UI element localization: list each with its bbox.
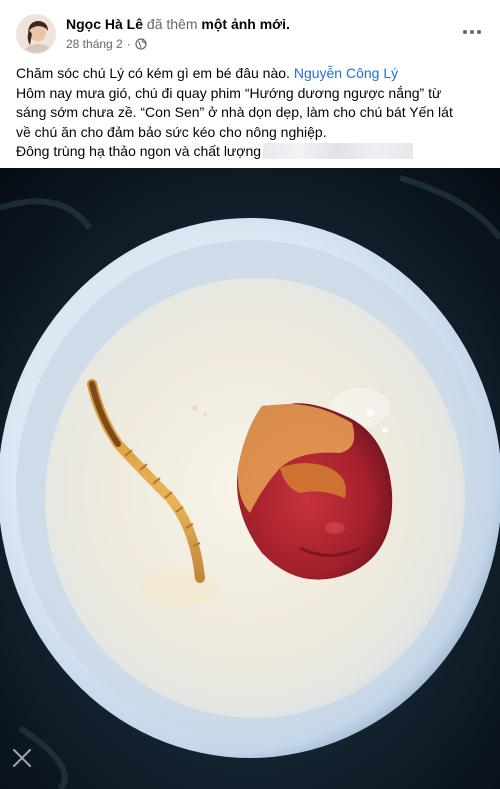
post-date[interactable]: 28 tháng 2	[66, 36, 123, 52]
post-action-object: một ảnh mới.	[201, 16, 290, 32]
post-text-line: Đông trùng hạ thảo ngon và chất lượng	[16, 142, 486, 162]
meta-separator: ·	[126, 37, 131, 51]
more-options-button[interactable]	[460, 20, 484, 44]
post-text-segment: Đông trùng hạ thảo ngon và chất lượng	[16, 143, 262, 159]
post-message: Chăm sóc chú Lý có kém gì em bé đâu nào.…	[16, 64, 486, 162]
bowl-photo	[0, 168, 500, 789]
author-name[interactable]: Ngọc Hà Lê	[66, 16, 143, 32]
post-text-segment: Chăm sóc chú Lý có kém gì em bé đâu nào.	[16, 65, 290, 81]
post-text-line: về chú ăn cho đảm bảo sức kéo cho nông n…	[16, 123, 327, 140]
post-text-line: Hôm nay mưa gió, chú đi quay phim “Hướng…	[16, 84, 442, 101]
post-meta: 28 tháng 2 ·	[66, 36, 147, 52]
globe-icon[interactable]	[135, 38, 147, 50]
blurred-redaction	[263, 143, 414, 159]
author-line: Ngọc Hà Lê đã thêm một ảnh mới.	[66, 15, 290, 33]
post-text-line: sáng sớm chưa zề. “Con Sen” ở nhà dọn dẹ…	[16, 104, 453, 120]
more-dot	[470, 30, 474, 34]
post-photo[interactable]	[0, 168, 500, 789]
post-action-text: đã thêm	[146, 16, 198, 32]
close-icon[interactable]	[8, 744, 36, 772]
more-dot	[463, 30, 467, 34]
more-dot	[477, 30, 481, 34]
post-text-line: Chăm sóc chú Lý có kém gì em bé đâu nào.…	[16, 64, 486, 84]
avatar-image	[17, 15, 55, 53]
mention-link[interactable]: Nguyễn Công Lý	[294, 65, 398, 81]
author-avatar[interactable]	[16, 14, 56, 54]
post-header: Ngọc Hà Lê đã thêm một ảnh mới. 28 tháng…	[0, 0, 500, 60]
